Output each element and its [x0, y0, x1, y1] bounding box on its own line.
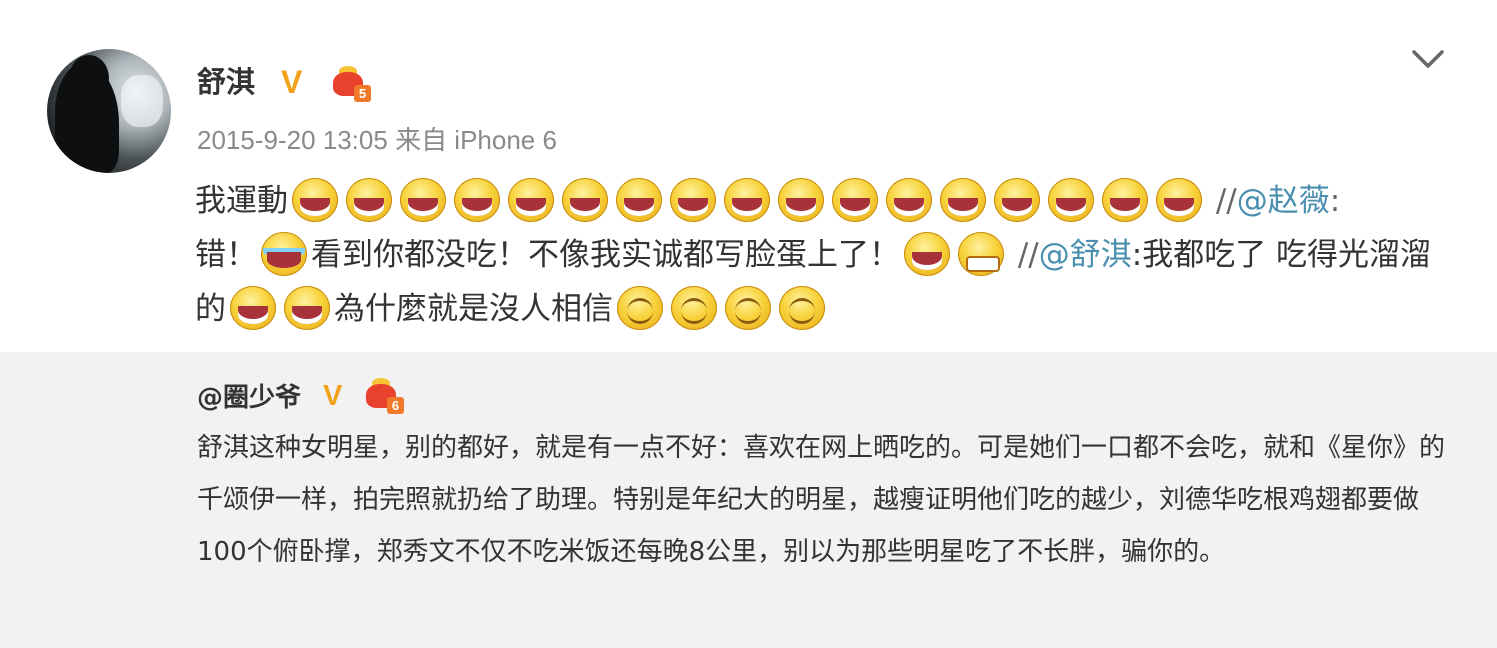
- post-source: 来自 iPhone 6: [395, 125, 557, 155]
- laughing-emoji-icon: [342, 176, 396, 224]
- level-number: 5: [354, 85, 371, 102]
- laughing-emoji-icon: [1152, 176, 1206, 224]
- smirk-emoji-icon: [667, 284, 721, 332]
- laughing-emoji-icon: [936, 176, 990, 224]
- post-intro: 我運動: [195, 183, 288, 219]
- mention-colon: :: [1329, 183, 1341, 219]
- laughing-emoji-icon: [612, 176, 666, 224]
- weibo-post: 舒淇 V 5 2015-9-20 13:05 来自 iPhone 6 我運動 /…: [0, 0, 1497, 352]
- avatar[interactable]: [47, 49, 171, 173]
- laughing-emoji-icon: [720, 176, 774, 224]
- laughing-emoji-icon: [288, 176, 342, 224]
- crown-level-icon: 5: [331, 64, 371, 104]
- laughing-emoji-icon: [828, 176, 882, 224]
- avatar-head: [69, 55, 109, 101]
- laughing-emoji-icon: [450, 176, 504, 224]
- verified-badge-icon: V: [323, 380, 343, 412]
- laughing-emoji-icon: [558, 176, 612, 224]
- laughing-emoji-icon: [774, 176, 828, 224]
- laughing-emoji-icon: [900, 230, 954, 278]
- laughing-emoji-icon: [666, 176, 720, 224]
- post-text-cuo: 错！: [195, 237, 257, 273]
- verified-badge-icon: V: [281, 64, 303, 100]
- smirk-emoji-icon: [721, 284, 775, 332]
- repost-separator: //: [1206, 183, 1237, 219]
- chevron-down-icon[interactable]: [1410, 44, 1446, 74]
- post-text-seen: 看到你都没吃！不像我实诚都写脸蛋上了！: [311, 237, 900, 273]
- laughing-emoji-icon: [396, 176, 450, 224]
- post-timestamp[interactable]: 2015-9-20 13:05: [197, 125, 388, 155]
- mention-link[interactable]: @舒淇: [1039, 237, 1132, 273]
- mention-link[interactable]: @赵薇: [1237, 183, 1330, 219]
- laughing-emoji-icon: [1044, 176, 1098, 224]
- smirk-emoji-icon: [613, 284, 667, 332]
- grimace-emoji-icon: [954, 230, 1008, 278]
- level-number: 6: [387, 397, 404, 414]
- repost-separator: //: [1008, 237, 1039, 273]
- post-text-quote2: 為什麼就是沒人相信: [334, 291, 613, 327]
- tears-of-joy-emoji-icon: [257, 230, 311, 278]
- post-username[interactable]: 舒淇: [197, 62, 255, 102]
- laughing-emoji-icon: [226, 284, 280, 332]
- repost-username[interactable]: @圈少爷: [197, 378, 301, 418]
- crown-level-icon: 6: [364, 376, 404, 416]
- laughing-emoji-icon: [280, 284, 334, 332]
- smirk-emoji-icon: [775, 284, 829, 332]
- laughing-emoji-icon: [990, 176, 1044, 224]
- post-meta: 2015-9-20 13:05 来自 iPhone 6: [197, 122, 557, 158]
- laughing-emoji-icon: [504, 176, 558, 224]
- laughing-emoji-icon: [882, 176, 936, 224]
- avatar-background-light: [121, 75, 163, 127]
- laughing-emoji-icon: [1098, 176, 1152, 224]
- repost-text: 舒淇这种女明星，别的都好，就是有一点不好：喜欢在网上晒吃的。可是她们一口都不会吃…: [197, 433, 1446, 567]
- post-body: 我運動 //@赵薇: 错！ 看到你都没吃！不像我实诚都写脸蛋上了！ //@舒淇:我…: [195, 174, 1455, 336]
